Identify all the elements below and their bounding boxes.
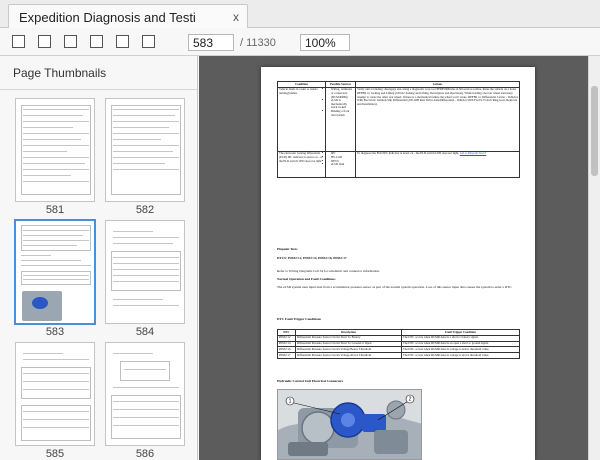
page-thumbnail-583[interactable] (15, 220, 95, 324)
page-thumbnail-581[interactable] (15, 98, 95, 202)
toolbar: 583 / 11330 100% (0, 28, 600, 56)
table-cell: P0932:17 (277, 352, 296, 359)
document-viewer[interactable]: Condition Possible Sources Actions Vehic… (199, 56, 588, 460)
table-cell: Vehicle binds in a turn or resists turni… (277, 86, 326, 152)
pinpoint-heading: Pinpoint Tests (277, 247, 298, 251)
table-cell: Verify unit is binding; disengage test, … (355, 86, 520, 152)
page-total: / 11330 (240, 37, 276, 49)
toolbar-button-4[interactable] (90, 35, 103, 48)
toolbar-button-6[interactable] (142, 35, 155, 48)
page-thumbnail-586[interactable] (105, 342, 185, 446)
thumbnail-label: 586 (135, 448, 155, 460)
dtc-table: DTC Description Fault Trigger Condition … (277, 329, 520, 359)
table-cell: Wiring, terminals or connectors (DCM/RDM… (325, 86, 356, 152)
normal-operation-heading: Normal Operation and Fault Conditions (277, 277, 336, 281)
page-thumbnail-585[interactable] (15, 342, 95, 446)
pinpoint-link[interactable]: GO to Pinpoint Test F (460, 151, 486, 156)
toolbar-button-5[interactable] (116, 35, 129, 48)
thumbnail-label: 582 (135, 204, 155, 216)
hydraulic-heading: Hydraulic Control Unit Electrical Connec… (277, 379, 344, 383)
page-thumbnail-584[interactable] (105, 220, 185, 324)
callout-2: 2 (409, 397, 412, 403)
action-text: To diagnose the ELD IPC indicator is nev… (357, 151, 460, 156)
normal-operation-text: The eLSD system uses input data from a a… (277, 285, 513, 289)
table-cell: To diagnose the ELD IPC indicator is nev… (355, 150, 520, 178)
toolbar-button-1[interactable] (12, 35, 25, 48)
toolbar-button-3[interactable] (64, 35, 77, 48)
zoom-input[interactable]: 100% (300, 34, 350, 51)
thumbnail-label: 584 (135, 326, 155, 338)
list-item: Binding a front 4x4 system (331, 109, 354, 117)
page-thumbnail-582[interactable] (105, 98, 185, 202)
vertical-scrollbar[interactable] (588, 56, 600, 460)
tab-title: Expedition Diagnosis and Testi (19, 10, 196, 25)
close-icon[interactable]: x (233, 10, 239, 24)
dtc-list: DTCS: P0932:12, P0932:14, P0932:16, P093… (277, 256, 347, 260)
hydraulic-unit-illustration: 1 2 (278, 390, 421, 459)
sidebar-title: Page Thumbnails (13, 66, 107, 80)
table-cell: The DTC occurs when DCMR detects voltage… (401, 352, 520, 359)
hydraulic-unit-figure: 1 2 (277, 389, 422, 460)
table-cell: IPC HS-CAN NEVS eLSD fault (325, 150, 356, 178)
document-page: Condition Possible Sources Actions Vehic… (261, 67, 535, 460)
scrollbar-thumb[interactable] (591, 86, 598, 176)
list-item: eLSD fault (331, 163, 354, 167)
toolbar-button-2[interactable] (38, 35, 51, 48)
document-tab[interactable]: Expedition Diagnosis and Testi x (8, 4, 248, 29)
thumbnail-label: 583 (45, 326, 65, 338)
table-cell: The electronic locking differential (ELD… (277, 150, 326, 178)
thumbnail-label: 585 (45, 448, 65, 460)
dtc-trigger-heading: DTC Fault Trigger Conditions (277, 317, 321, 321)
page-number-input[interactable]: 583 (188, 34, 234, 51)
tab-bar: Expedition Diagnosis and Testi x (0, 0, 600, 29)
diagnosis-table: Condition Possible Sources Actions Vehic… (277, 81, 520, 178)
refer-text: Refer to Wiring Diagrams Cell 34 for sch… (277, 269, 380, 273)
table-cell: Differential Pressure Sensor Circuit Vol… (295, 352, 402, 359)
thumbnail-sidebar: Page Thumbnails 581 582 583 584 585 586 (0, 56, 198, 460)
callout-1: 1 (289, 399, 292, 405)
thumbnail-label: 581 (45, 204, 65, 216)
divider (0, 89, 197, 90)
